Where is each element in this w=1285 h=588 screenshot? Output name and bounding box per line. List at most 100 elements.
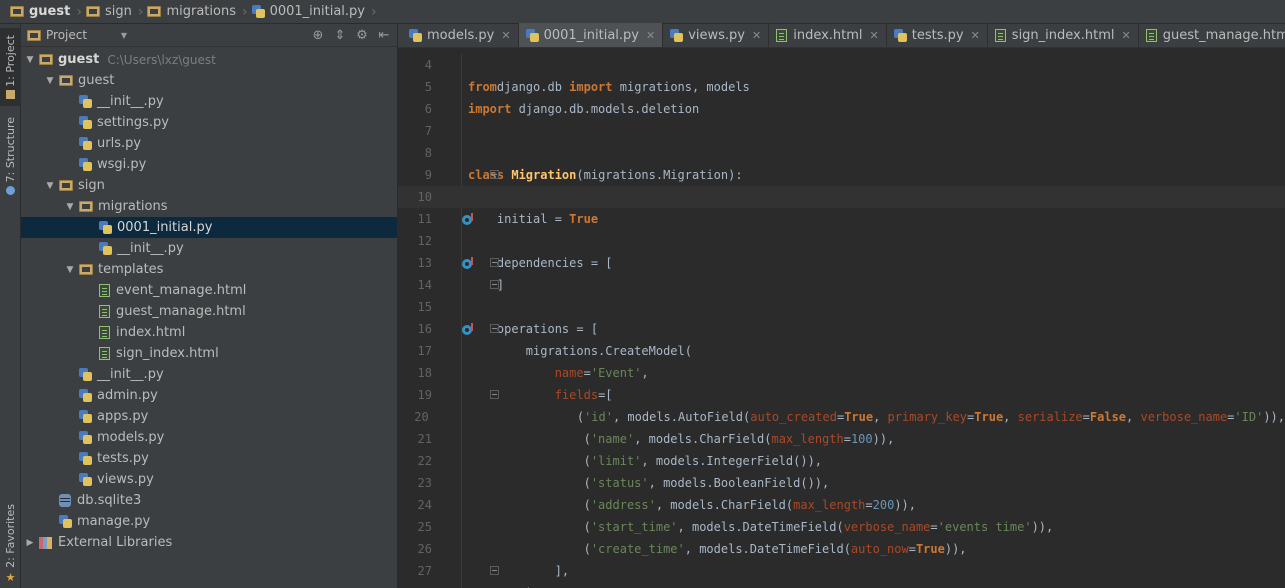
- tree-item[interactable]: __init__.py: [21, 91, 397, 112]
- code-line[interactable]: 9 class Migration(migrations.Migration):: [398, 164, 1285, 186]
- tree-item[interactable]: __init__.py: [21, 238, 397, 259]
- editor-tab-label: sign_index.html: [1011, 27, 1115, 43]
- code-line[interactable]: 13 dependencies = [: [398, 252, 1285, 274]
- code-line[interactable]: 26 ('create_time', models.DateTimeField(…: [398, 538, 1285, 560]
- scroll-from-source-icon[interactable]: ⊕: [311, 28, 325, 43]
- code-line[interactable]: 6 import django.db.models.deletion: [398, 98, 1285, 120]
- tool-tab-structure[interactable]: 7: Structure: [0, 116, 21, 196]
- expanded-arrow-icon[interactable]: ▼: [43, 181, 57, 191]
- tool-tab-favorites[interactable]: 2: Favorites ★: [0, 502, 21, 586]
- code-line[interactable]: 23 ('status', models.BooleanField()),: [398, 472, 1285, 494]
- breadcrumb-label: sign: [104, 4, 132, 19]
- expanded-arrow-icon[interactable]: ▼: [63, 265, 77, 275]
- tree-item[interactable]: ▶ External Libraries: [21, 532, 397, 553]
- expanded-arrow-icon[interactable]: ▼: [63, 202, 77, 212]
- code-line[interactable]: 10: [398, 186, 1285, 208]
- tree-item[interactable]: ▼ templates: [21, 259, 397, 280]
- code-line[interactable]: 15: [398, 296, 1285, 318]
- code-line[interactable]: 18 name='Event',: [398, 362, 1285, 384]
- close-tab-icon[interactable]: ✕: [752, 29, 761, 42]
- breadcrumb-label: migrations: [166, 4, 236, 19]
- line-number: 12: [417, 234, 432, 248]
- code-line[interactable]: 24 ('address', models.CharField(max_leng…: [398, 494, 1285, 516]
- code-text: import django.db.models.deletion: [468, 102, 699, 116]
- tree-item[interactable]: wsgi.py: [21, 154, 397, 175]
- code-line[interactable]: 12: [398, 230, 1285, 252]
- overrides-icon[interactable]: [462, 323, 474, 335]
- editor-tab[interactable]: 0001_initial.py ✕: [518, 23, 664, 47]
- code-line[interactable]: 14 ]: [398, 274, 1285, 296]
- tree-item[interactable]: ▼ guest: [21, 70, 397, 91]
- code-line[interactable]: 27 ],: [398, 560, 1285, 582]
- tree-item[interactable]: models.py: [21, 427, 397, 448]
- code-view[interactable]: 4 5 fromdjango.db import migrations, model…: [398, 54, 1285, 588]
- overrides-icon[interactable]: [462, 213, 474, 225]
- tree-item[interactable]: ▼ sign: [21, 175, 397, 196]
- tree-item[interactable]: manage.py: [21, 511, 397, 532]
- fold-icon[interactable]: [490, 170, 499, 179]
- close-tab-icon[interactable]: ✕: [971, 29, 980, 42]
- tool-window-strip: 1: Project 7: Structure 2: Favorites ★: [0, 24, 21, 588]
- hide-panel-icon[interactable]: ⇤: [377, 28, 391, 43]
- tree-item[interactable]: db.sqlite3: [21, 490, 397, 511]
- code-line[interactable]: 20 ('id', models.AutoField(auto_created =…: [398, 406, 1285, 428]
- breadcrumb-item-guest[interactable]: guest: [8, 2, 76, 22]
- tool-tab-project[interactable]: 1: Project: [0, 28, 21, 106]
- close-tab-icon[interactable]: ✕: [1121, 29, 1130, 42]
- tree-item[interactable]: urls.py: [21, 133, 397, 154]
- tree-item[interactable]: event_manage.html: [21, 280, 397, 301]
- fold-icon[interactable]: [490, 390, 499, 399]
- code-line[interactable]: 25 ('start_time', models.DateTimeField(v…: [398, 516, 1285, 538]
- tree-item[interactable]: guest_manage.html: [21, 301, 397, 322]
- code-token: True: [844, 410, 874, 424]
- folder-icon: [59, 75, 73, 86]
- breadcrumb-item-sign[interactable]: sign: [84, 2, 138, 22]
- code-line[interactable]: 5 fromdjango.db import migrations, models: [398, 76, 1285, 98]
- tree-item[interactable]: index.html: [21, 322, 397, 343]
- close-tab-icon[interactable]: ✕: [646, 29, 655, 42]
- expanded-arrow-icon[interactable]: ▼: [23, 55, 37, 65]
- close-tab-icon[interactable]: ✕: [870, 29, 879, 42]
- fold-icon[interactable]: [490, 324, 499, 333]
- project-view-selector[interactable]: Project ▼: [27, 28, 131, 42]
- tree-item[interactable]: ▼ migrations: [21, 196, 397, 217]
- tree-item[interactable]: sign_index.html: [21, 343, 397, 364]
- editor-tab[interactable]: models.py ✕: [402, 23, 519, 47]
- tree-item[interactable]: tests.py: [21, 448, 397, 469]
- code-line[interactable]: 21 ('name', models.CharField(max_length=…: [398, 428, 1285, 450]
- code-line[interactable]: 8: [398, 142, 1285, 164]
- code-line[interactable]: 22 ('limit', models.IntegerField()),: [398, 450, 1285, 472]
- code-line[interactable]: 28 ),: [398, 582, 1285, 588]
- fold-icon[interactable]: [490, 566, 499, 575]
- editor-tab[interactable]: guest_manage.html✕: [1139, 23, 1285, 47]
- code-line[interactable]: 19 fields=[: [398, 384, 1285, 406]
- fold-icon[interactable]: [490, 280, 499, 289]
- tree-item[interactable]: settings.py: [21, 112, 397, 133]
- collapsed-arrow-icon[interactable]: ▶: [23, 538, 37, 548]
- gear-icon[interactable]: ⚙: [355, 28, 369, 43]
- code-token: max_length: [793, 498, 866, 512]
- tree-item[interactable]: admin.py: [21, 385, 397, 406]
- code-line[interactable]: 16 operations = [: [398, 318, 1285, 340]
- collapse-all-icon[interactable]: ⇕: [333, 28, 347, 43]
- code-line[interactable]: 7: [398, 120, 1285, 142]
- tree-item[interactable]: views.py: [21, 469, 397, 490]
- close-tab-icon[interactable]: ✕: [501, 29, 510, 42]
- tree-item[interactable]: __init__.py: [21, 364, 397, 385]
- overrides-icon[interactable]: [462, 257, 474, 269]
- code-line[interactable]: 11 initial = True: [398, 208, 1285, 230]
- tree-item[interactable]: 0001_initial.py: [21, 217, 397, 238]
- tree-item[interactable]: apps.py: [21, 406, 397, 427]
- breadcrumb-item-file[interactable]: 0001_initial.py: [250, 2, 371, 22]
- editor-tab[interactable]: index.html ✕: [769, 23, 887, 47]
- expanded-arrow-icon[interactable]: ▼: [43, 76, 57, 86]
- code-token: 'ID': [1234, 410, 1264, 424]
- tree-root[interactable]: ▼ guest C:\Users\lxz\guest: [21, 49, 397, 70]
- editor-tab[interactable]: sign_index.html ✕: [988, 23, 1139, 47]
- code-line[interactable]: 17 migrations.CreateModel(: [398, 340, 1285, 362]
- code-line[interactable]: 4: [398, 54, 1285, 76]
- editor-tab[interactable]: tests.py ✕: [887, 23, 988, 47]
- fold-icon[interactable]: [490, 258, 499, 267]
- breadcrumb-item-migrations[interactable]: migrations: [145, 2, 242, 22]
- editor-tab[interactable]: views.py ✕: [663, 23, 770, 47]
